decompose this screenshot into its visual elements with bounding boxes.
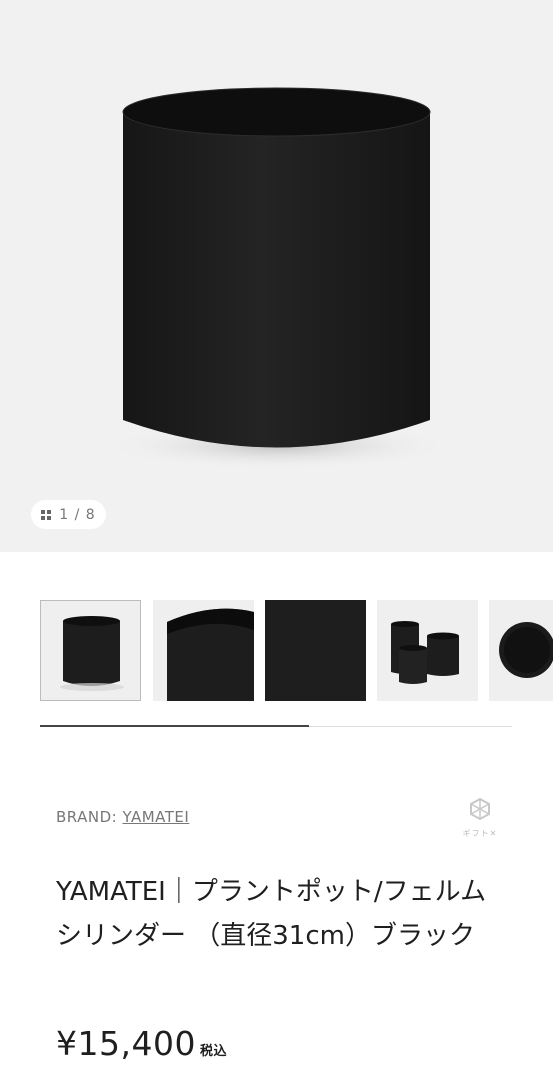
thumbnail-2[interactable] — [153, 600, 254, 701]
brand-line: BRAND: YAMATEI — [56, 808, 189, 826]
thumbnail-1[interactable] — [40, 600, 141, 701]
product-main-image[interactable]: 1 / 8 — [0, 0, 553, 552]
thumbnail-scrollbar-thumb[interactable] — [40, 725, 310, 727]
pot-closeup-rim-icon — [167, 608, 254, 701]
tax-label: 税込 — [199, 1044, 227, 1059]
gift-label: ギフト✕ — [462, 829, 498, 838]
price-value: ¥15,400 — [56, 1024, 196, 1063]
black-cylinder-pot-image — [103, 87, 453, 470]
thumbnail-5[interactable] — [489, 600, 553, 701]
brand-link[interactable]: YAMATEI — [122, 808, 189, 826]
product-price: ¥15,400 税込 — [56, 1024, 227, 1063]
image-counter-text: 1 / 8 — [59, 506, 96, 523]
gift-box-icon — [470, 797, 490, 821]
thumbnail-3[interactable] — [265, 600, 366, 701]
gift-option[interactable]: ギフト✕ — [452, 797, 508, 839]
thumbnail-strip[interactable] — [40, 600, 553, 701]
thumbnail-4[interactable] — [377, 600, 478, 701]
image-counter[interactable]: 1 / 8 — [31, 500, 106, 529]
pot-top-view-icon — [499, 622, 553, 678]
brand-label: BRAND: — [56, 808, 123, 826]
three-pots-group-icon — [391, 621, 459, 684]
product-title: YAMATEI｜プラントポット/フェルム シリンダー （直径31cm）ブラック — [56, 877, 487, 951]
grid-icon — [41, 509, 52, 520]
pot-full-view-icon — [60, 616, 124, 691]
felt-texture-icon — [265, 600, 366, 701]
